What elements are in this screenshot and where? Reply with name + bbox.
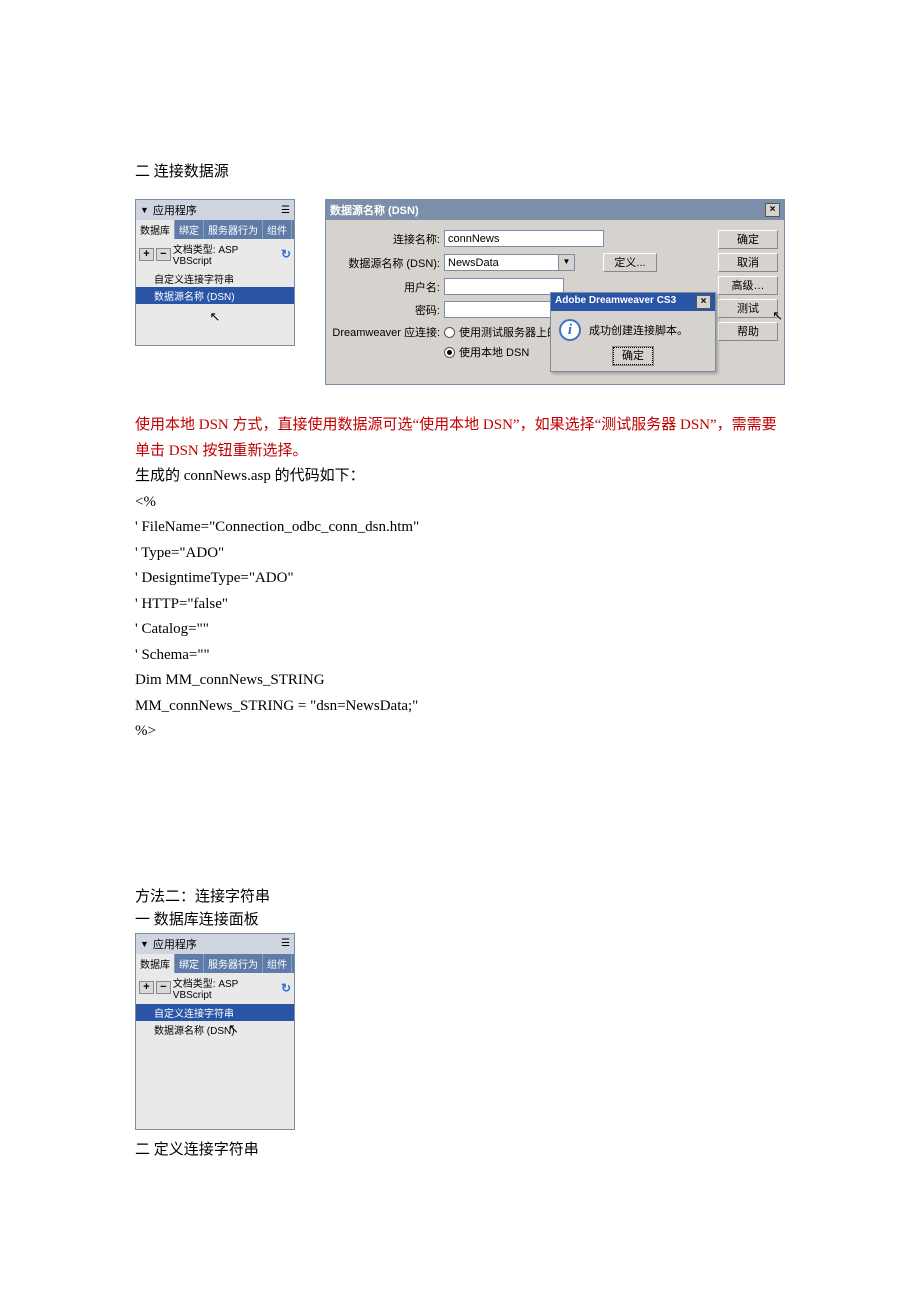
code-line: ' HTTP="false" [135, 592, 785, 618]
add-dropdown-menu: 自定义连接字符串 数据源名称 (DSN) ↖ [136, 1003, 294, 1039]
success-popup: Adobe Dreamweaver CS3 × i 成功创建连接脚本。 确定 [550, 292, 716, 372]
add-button[interactable]: + [139, 981, 154, 994]
add-button[interactable]: + [139, 248, 154, 261]
remove-button[interactable]: − [156, 248, 171, 261]
define-button[interactable]: 定义... [603, 253, 657, 272]
label-dw-conn: Dreamweaver 应连接: [332, 324, 444, 340]
tab-bindings[interactable]: 绑定 [175, 954, 204, 973]
code-line: ' Type="ADO" [135, 541, 785, 567]
label-dsn: 数据源名称 (DSN): [332, 255, 444, 271]
panel-menu-icon[interactable]: ☰ [281, 205, 290, 216]
add-dropdown-menu: 自定义连接字符串 数据源名称 (DSN) [136, 269, 294, 305]
close-icon[interactable]: × [765, 203, 780, 217]
method2-sub2: 二 定义连接字符串 [135, 1138, 785, 1159]
figure-row: ▼ 应用程序 ☰ 数据库 绑定 服务器行为 组件 + − 文档类型: ASP V… [135, 199, 785, 385]
label-conn-name: 连接名称: [332, 231, 444, 247]
method2-heading: 方法二：连接字符串 [135, 885, 785, 906]
menu-custom-conn[interactable]: 自定义连接字符串 [136, 270, 294, 287]
app-panel-title-text: 应用程序 [153, 202, 197, 218]
input-conn-name[interactable] [444, 230, 604, 247]
tab-database[interactable]: 数据库 [136, 954, 175, 973]
refresh-icon[interactable]: ↻ [281, 247, 291, 261]
tab-server-behaviors[interactable]: 服务器行为 [204, 220, 263, 239]
app-panel-title-text: 应用程序 [153, 936, 197, 952]
advanced-button[interactable]: 高级… [718, 276, 778, 295]
dsn-dialog-title: 数据源名称 (DSN) [330, 202, 419, 218]
code-line: ' Catalog="" [135, 617, 785, 643]
code-line: ' FileName="Connection_odbc_conn_dsn.htm… [135, 515, 785, 541]
note-red: 使用本地 DSN 方式，直接使用数据源可选“使用本地 DSN”，如果选择“测试服… [135, 413, 785, 464]
app-panel-titlebar[interactable]: ▼ 应用程序 ☰ [136, 934, 294, 954]
code-line: %> [135, 719, 785, 745]
app-panel-body [136, 1039, 294, 1129]
code-line: ' Schema="" [135, 643, 785, 669]
menu-dsn[interactable]: 数据源名称 (DSN) ↖ [136, 1021, 294, 1038]
radio-icon [444, 327, 455, 338]
popup-titlebar[interactable]: Adobe Dreamweaver CS3 × [551, 293, 715, 311]
app-panel-tabs: 数据库 绑定 服务器行为 组件 [136, 220, 294, 239]
tab-components[interactable]: 组件 [263, 954, 292, 973]
popup-message: 成功创建连接脚本。 [589, 322, 688, 338]
dsn-side-buttons: 确定 取消 高级… 测试 ↖ 帮助 [718, 230, 778, 370]
figure-2: ▼ 应用程序 ☰ 数据库 绑定 服务器行为 组件 + − 文档类型: ASP V… [135, 933, 785, 1130]
collapse-triangle-icon[interactable]: ▼ [140, 205, 149, 215]
method2-sub1: 一 数据库连接面板 [135, 908, 785, 929]
close-icon[interactable]: × [696, 295, 711, 309]
tab-database[interactable]: 数据库 [136, 220, 175, 239]
app-panel-2: ▼ 应用程序 ☰ 数据库 绑定 服务器行为 组件 + − 文档类型: ASP V… [135, 933, 295, 1130]
menu-dsn[interactable]: 数据源名称 (DSN) [136, 287, 294, 304]
label-user: 用户名: [332, 279, 444, 295]
dropdown-arrow-icon[interactable]: ▼ [559, 254, 575, 271]
test-button-label: 测试 [737, 303, 759, 315]
tab-bindings[interactable]: 绑定 [175, 220, 204, 239]
input-pass[interactable] [444, 301, 564, 318]
input-user[interactable] [444, 278, 564, 295]
app-panel-toolbar: + − 文档类型: ASP VBScript ↻ [136, 239, 294, 269]
generated-code-intro: 生成的 connNews.asp 的代码如下： [135, 464, 785, 490]
label-pass: 密码: [332, 302, 444, 318]
info-icon: i [559, 319, 581, 341]
mouse-cursor-icon: ↖ [772, 309, 783, 323]
code-line: <% [135, 490, 785, 516]
code-line: ' DesigntimeType="ADO" [135, 566, 785, 592]
code-line: MM_connNews_STRING = "dsn=NewsData;" [135, 694, 785, 720]
panel-menu-icon[interactable]: ☰ [281, 938, 290, 949]
app-panel-toolbar: + − 文档类型: ASP VBScript ↻ [136, 973, 294, 1003]
dsn-dialog: 数据源名称 (DSN) × 连接名称: 数据源名称 (DSN): ▼ 定义... [325, 199, 785, 385]
popup-ok-button[interactable]: 确定 [613, 347, 653, 365]
document-page: 二 连接数据源 ▼ 应用程序 ☰ 数据库 绑定 服务器行为 组件 + − 文档类… [0, 0, 920, 1257]
app-panel: ▼ 应用程序 ☰ 数据库 绑定 服务器行为 组件 + − 文档类型: ASP V… [135, 199, 295, 346]
app-panel-body: ↖ [136, 305, 294, 345]
collapse-triangle-icon[interactable]: ▼ [140, 939, 149, 949]
remove-button[interactable]: − [156, 981, 171, 994]
code-line: Dim MM_connNews_STRING [135, 668, 785, 694]
radio-local-label: 使用本地 DSN [459, 344, 529, 360]
cancel-button[interactable]: 取消 [718, 253, 778, 272]
tab-server-behaviors[interactable]: 服务器行为 [204, 954, 263, 973]
section-heading: 二 连接数据源 [135, 160, 785, 181]
body-text: 使用本地 DSN 方式，直接使用数据源可选“使用本地 DSN”，如果选择“测试服… [135, 413, 785, 745]
app-panel-tabs: 数据库 绑定 服务器行为 组件 [136, 954, 294, 973]
help-button[interactable]: 帮助 [718, 322, 778, 341]
app-panel-titlebar[interactable]: ▼ 应用程序 ☰ [136, 200, 294, 220]
menu-custom-conn[interactable]: 自定义连接字符串 [136, 1004, 294, 1021]
doc-type-label: 文档类型: ASP VBScript [173, 975, 279, 1001]
dsn-dialog-titlebar[interactable]: 数据源名称 (DSN) × [326, 200, 784, 220]
menu-dsn-label: 数据源名称 (DSN) [154, 1026, 235, 1037]
test-button[interactable]: 测试 ↖ [718, 299, 778, 318]
select-dsn[interactable] [444, 254, 559, 271]
doc-type-label: 文档类型: ASP VBScript [173, 241, 279, 267]
mouse-cursor-icon: ↖ [210, 309, 221, 325]
ok-button[interactable]: 确定 [718, 230, 778, 249]
refresh-icon[interactable]: ↻ [281, 981, 291, 995]
tab-components[interactable]: 组件 [263, 220, 292, 239]
radio-icon [444, 347, 455, 358]
popup-title-text: Adobe Dreamweaver CS3 [555, 295, 676, 309]
